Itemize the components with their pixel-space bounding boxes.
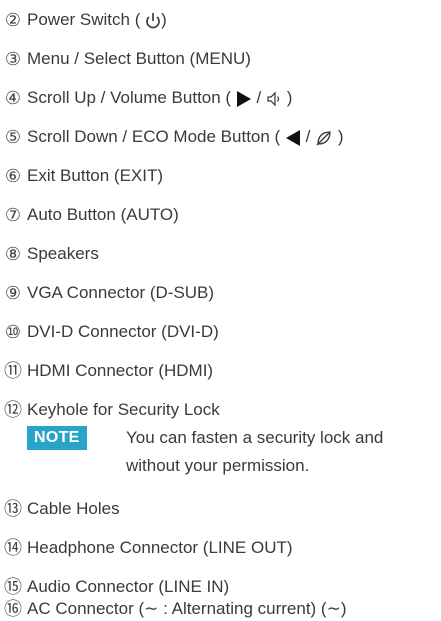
list-item-headphone-connector: ⑭ Headphone Connector (LINE OUT) [0, 536, 441, 560]
list-item-audio-connector: ⑮ Audio Connector (LINE IN) [0, 575, 441, 599]
eco-leaf-icon [316, 130, 331, 145]
item-number: ⑭ [4, 538, 22, 558]
list-item-scroll-up-button: ④ Scroll Up / Volume Button ( / ) [0, 86, 441, 110]
note-block: NOTE You can fasten a security lock and [0, 426, 441, 450]
item-number: ② [4, 10, 22, 30]
parts-list: ② Power Switch ( ) ③ Menu / Select Butto… [0, 0, 441, 619]
item-number: ⑦ [4, 205, 22, 225]
list-item-auto-button: ⑦ Auto Button (AUTO) [0, 203, 441, 227]
item-label: AC Connector (∼ : Alternating current) (… [27, 599, 347, 618]
item-label: Keyhole for Security Lock [27, 400, 220, 419]
list-item-scroll-down-button: ⑤ Scroll Down / ECO Mode Button ( / ) [0, 125, 441, 149]
list-item-exit-button: ⑥ Exit Button (EXIT) [0, 164, 441, 188]
item-label: Cable Holes [27, 499, 120, 518]
power-icon [146, 12, 160, 28]
note-text-line1: You can fasten a security lock and [126, 428, 384, 447]
item-label-suffix: ) [333, 127, 344, 146]
list-item-menu-button: ③ Menu / Select Button (MENU) [0, 47, 441, 71]
item-number: ⑫ [4, 400, 22, 420]
list-item-cable-holes: ⑬ Cable Holes [0, 497, 441, 521]
item-label: Exit Button (EXIT) [27, 166, 164, 185]
item-label-separator: / [300, 127, 316, 146]
item-label: Power Switch ( [27, 10, 146, 29]
item-label-suffix: ) [282, 88, 293, 107]
item-number: ⑥ [4, 166, 22, 186]
list-item-hdmi-connector: ⑪ HDMI Connector (HDMI) [0, 359, 441, 383]
item-number: ⑮ [4, 577, 22, 597]
note-block-continued: without your permission. [0, 454, 441, 478]
triangle-left-icon [285, 129, 300, 146]
item-label: Menu / Select Button (MENU) [27, 49, 251, 68]
item-number: ④ [4, 88, 22, 108]
item-number: ⑧ [4, 244, 22, 264]
item-number: ⑩ [4, 322, 22, 342]
item-number: ⑪ [4, 361, 22, 381]
list-item-dvi-d-connector: ⑩ DVI-D Connector (DVI-D) [0, 320, 441, 344]
list-item-ac-connector: ⑯ AC Connector (∼ : Alternating current)… [0, 597, 441, 621]
item-label: HDMI Connector (HDMI) [27, 361, 214, 380]
item-label: Scroll Down / ECO Mode Button ( [27, 127, 285, 146]
triangle-right-icon [236, 90, 251, 107]
item-number: ③ [4, 49, 22, 69]
note-badge: NOTE [27, 426, 87, 450]
item-number: ⑯ [4, 599, 22, 619]
item-number: ⑬ [4, 499, 22, 519]
item-label: Audio Connector (LINE IN) [27, 577, 230, 596]
item-label: DVI-D Connector (DVI-D) [27, 322, 219, 341]
list-item-speakers: ⑧ Speakers [0, 242, 441, 266]
list-item-keyhole: ⑫ Keyhole for Security Lock [0, 398, 441, 422]
item-label-separator: / [251, 88, 266, 107]
list-item-power-switch: ② Power Switch ( ) [0, 8, 441, 32]
item-label: Speakers [27, 244, 99, 263]
item-label: Scroll Up / Volume Button ( [27, 88, 236, 107]
item-label: Auto Button (AUTO) [27, 205, 179, 224]
item-label-suffix: ) [161, 10, 167, 29]
item-number: ⑨ [4, 283, 22, 303]
item-number: ⑤ [4, 127, 22, 147]
item-label: VGA Connector (D-SUB) [27, 283, 215, 302]
item-label: Headphone Connector (LINE OUT) [27, 538, 293, 557]
list-item-vga-connector: ⑨ VGA Connector (D-SUB) [0, 281, 441, 305]
speaker-icon [267, 91, 280, 106]
note-text-line2: without your permission. [126, 456, 310, 475]
